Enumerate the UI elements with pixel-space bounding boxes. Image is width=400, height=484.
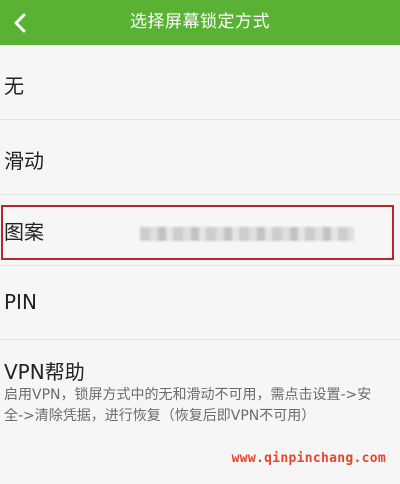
watermark: www.qinpinchang.com: [231, 451, 386, 466]
option-label: 滑动: [4, 149, 44, 173]
option-label: PIN: [4, 290, 37, 314]
blurred-status-text: [140, 227, 354, 241]
option-label: 图案: [4, 220, 44, 244]
page-title: 选择屏幕锁定方式: [130, 12, 270, 32]
option-label: 无: [4, 74, 24, 98]
lock-screen-settings: 选择屏幕锁定方式 无 滑动 图案 PIN VPN帮助 启用VPN，锁屏方式中的无…: [0, 0, 400, 484]
option-description: 启用VPN，锁屏方式中的无和滑动不可用，需点击设置->安全->清除凭据，进行恢复…: [4, 387, 372, 424]
option-slide[interactable]: 滑动: [0, 120, 400, 195]
option-vpn-help[interactable]: VPN帮助 启用VPN，锁屏方式中的无和滑动不可用，需点击设置->安全->清除凭…: [0, 340, 400, 452]
title-bar: 选择屏幕锁定方式: [0, 0, 400, 45]
option-pin[interactable]: PIN: [0, 266, 400, 340]
option-label: VPN帮助: [4, 360, 85, 384]
option-none[interactable]: 无: [0, 45, 400, 120]
lock-method-list: 无 滑动 图案 PIN VPN帮助 启用VPN，锁屏方式中的无和滑动不可用，需点…: [0, 45, 400, 452]
